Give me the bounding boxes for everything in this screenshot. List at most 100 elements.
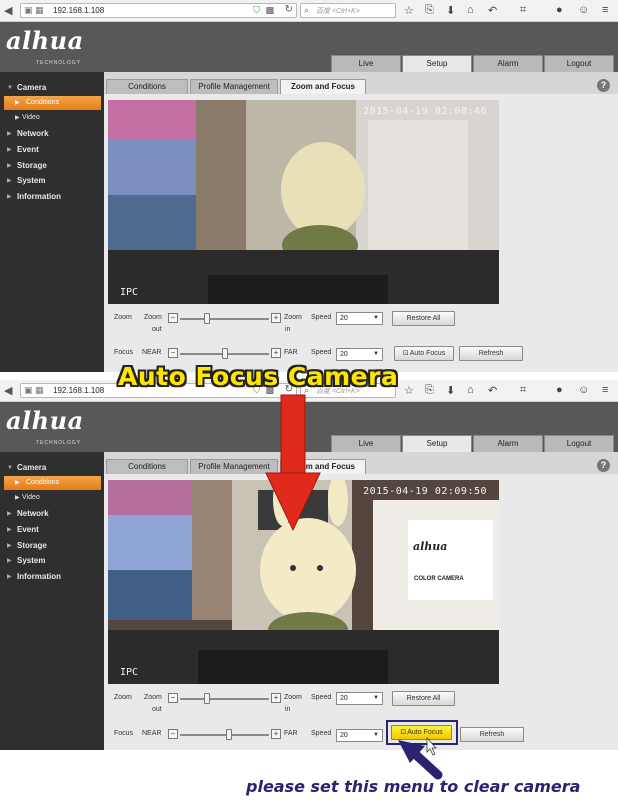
video-timestamp: 2015-04-19 02:08:46: [363, 106, 487, 117]
menu-icon[interactable]: ≡: [602, 4, 608, 16]
tab-conditions[interactable]: Conditions: [106, 79, 188, 94]
video-preview: 2015-04-19 02:08:46 IPC: [108, 100, 499, 304]
zoom-in-label: Zoom: [284, 314, 302, 321]
tab-profile-management[interactable]: Profile Management: [190, 459, 278, 474]
sidebar-item-information[interactable]: ▶ Information: [0, 570, 104, 584]
focus-far-button[interactable]: +: [271, 348, 281, 358]
nav-tab-setup[interactable]: Setup: [402, 435, 472, 452]
refresh-button[interactable]: Refresh: [460, 727, 524, 742]
sidebar-item-camera[interactable]: ▼ Camera: [0, 81, 104, 95]
menu-icon[interactable]: ≡: [602, 384, 608, 396]
focus-speed-select[interactable]: 20 ▼: [336, 729, 383, 742]
sidebar-item-system[interactable]: ▶ System: [0, 174, 104, 188]
sidebar-item-event[interactable]: ▶ Event: [0, 523, 104, 537]
sidebar-item-camera[interactable]: ▼ Camera: [0, 461, 104, 475]
auto-focus-button[interactable]: ⊡Auto Focus: [391, 725, 452, 740]
smile-icon[interactable]: ☺: [578, 4, 589, 16]
smile-icon[interactable]: ☺: [578, 384, 589, 396]
sidebar-item-video[interactable]: ▶ Video: [0, 491, 104, 505]
nav-tab-setup[interactable]: Setup: [402, 55, 472, 72]
apps-icon[interactable]: ▦: [35, 385, 44, 396]
restore-all-button[interactable]: Restore All: [392, 311, 455, 326]
crop-icon[interactable]: ⌗: [520, 4, 526, 17]
sidebar-item-storage[interactable]: ▶ Storage: [0, 539, 104, 553]
nav-tab-logout[interactable]: Logout: [544, 55, 614, 72]
tab-zoom-and-focus[interactable]: Zoom and Focus: [280, 79, 366, 94]
zoom-focus-panel: 2015-04-19 02:08:46 IPC Zoom Zoom out − …: [104, 94, 618, 372]
qr-code-icon[interactable]: ▩: [265, 5, 274, 16]
sidebar-item-conditions[interactable]: ▶ Conditions: [4, 476, 101, 490]
zoom-slider-thumb[interactable]: [203, 313, 210, 324]
zoom-speed-label: Speed: [311, 314, 332, 321]
screenshot-bottom: ◀ ▣ ▦ 192.168.1.108 ⛉ ▩ ↻ ⌕ 百度 <Ctrl+K> …: [0, 380, 618, 750]
address-bar[interactable]: ▣ ▦ 192.168.1.108 ⛉ ▩ ↻: [20, 3, 297, 18]
zoom-slider-thumb[interactable]: [203, 693, 210, 704]
zoom-speed-label: Speed: [311, 694, 332, 701]
tab-zoom-and-focus[interactable]: Zoom and Focus: [280, 459, 366, 474]
near-label: NEAR: [142, 349, 162, 356]
back-icon[interactable]: ◀: [4, 384, 12, 397]
zoom-speed-select[interactable]: 20 ▼: [336, 312, 383, 325]
zoom-slider-track[interactable]: [180, 698, 269, 700]
video-timestamp: 2015-04-19 02:09:50: [363, 486, 487, 497]
focus-near-button[interactable]: −: [168, 348, 178, 358]
star-icon[interactable]: ☆: [404, 4, 414, 17]
clipboard-icon[interactable]: ⎘: [425, 4, 434, 17]
focus-speed-select[interactable]: 20 ▼: [336, 348, 383, 361]
undo-icon[interactable]: ↶: [488, 4, 497, 17]
url-text: 192.168.1.108: [53, 386, 105, 395]
star-icon[interactable]: ☆: [404, 384, 414, 397]
far-label: FAR: [284, 730, 298, 737]
zoom-out-button[interactable]: −: [168, 693, 178, 703]
clipboard-icon[interactable]: ⎘: [425, 384, 434, 397]
crop-icon[interactable]: ⌗: [520, 384, 526, 397]
zoom-slider-track[interactable]: [180, 318, 269, 320]
chat-icon[interactable]: ●: [556, 4, 563, 16]
nav-tab-alarm[interactable]: Alarm: [473, 435, 543, 452]
download-icon[interactable]: ⬇: [446, 4, 455, 17]
focus-far-button[interactable]: +: [271, 729, 281, 739]
search-box[interactable]: ⌕ 百度 <Ctrl+K>: [300, 3, 396, 18]
sidebar-item-conditions[interactable]: ▶ Conditions: [4, 96, 101, 110]
sidebar-item-event[interactable]: ▶ Event: [0, 143, 104, 157]
sidebar-item-network[interactable]: ▶ Network: [0, 127, 104, 141]
apps-icon[interactable]: ▦: [35, 5, 44, 16]
reload-icon[interactable]: ↻: [285, 4, 293, 15]
nav-tab-live[interactable]: Live: [331, 55, 401, 72]
chat-icon[interactable]: ●: [556, 384, 563, 396]
undo-icon[interactable]: ↶: [488, 384, 497, 397]
sidebar-item-network[interactable]: ▶ Network: [0, 507, 104, 521]
auto-focus-icon: ⊡: [402, 350, 409, 357]
back-icon[interactable]: ◀: [4, 4, 12, 17]
zoom-out-button[interactable]: −: [168, 313, 178, 323]
nav-tab-logout[interactable]: Logout: [544, 435, 614, 452]
focus-slider-thumb[interactable]: [225, 729, 232, 740]
auto-focus-button[interactable]: ⊡Auto Focus: [394, 346, 454, 361]
chevron-down-icon: ▼: [373, 695, 379, 701]
zoom-out-sub: out: [152, 706, 162, 713]
home-icon[interactable]: ⌂: [467, 384, 474, 396]
home-icon[interactable]: ⌂: [467, 4, 474, 16]
tab-profile-management[interactable]: Profile Management: [190, 79, 278, 94]
focus-slider-thumb[interactable]: [221, 348, 228, 359]
zoom-in-button[interactable]: +: [271, 313, 281, 323]
help-icon[interactable]: ?: [597, 79, 610, 92]
focus-near-button[interactable]: −: [168, 729, 178, 739]
download-icon[interactable]: ⬇: [446, 384, 455, 397]
zoom-in-button[interactable]: +: [271, 693, 281, 703]
help-icon[interactable]: ?: [597, 459, 610, 472]
triangle-right-icon: ▶: [7, 147, 12, 153]
nav-tab-live[interactable]: Live: [331, 435, 401, 452]
restore-all-button[interactable]: Restore All: [392, 691, 455, 706]
tab-conditions[interactable]: Conditions: [106, 459, 188, 474]
sidebar-item-video[interactable]: ▶ Video: [0, 111, 104, 125]
sidebar: ▼ Camera ▶ Conditions ▶ Video ▶ Network ▶ Eve…: [0, 72, 104, 372]
sidebar-item-information[interactable]: ▶ Information: [0, 190, 104, 204]
sidebar-item-storage[interactable]: ▶ Storage: [0, 159, 104, 173]
sidebar-item-system[interactable]: ▶ System: [0, 554, 104, 568]
refresh-button[interactable]: Refresh: [459, 346, 523, 361]
nav-tab-alarm[interactable]: Alarm: [473, 55, 543, 72]
triangle-right-icon: ▶: [7, 131, 12, 137]
focus-slider-track[interactable]: [180, 734, 269, 736]
zoom-speed-select[interactable]: 20 ▼: [336, 692, 383, 705]
